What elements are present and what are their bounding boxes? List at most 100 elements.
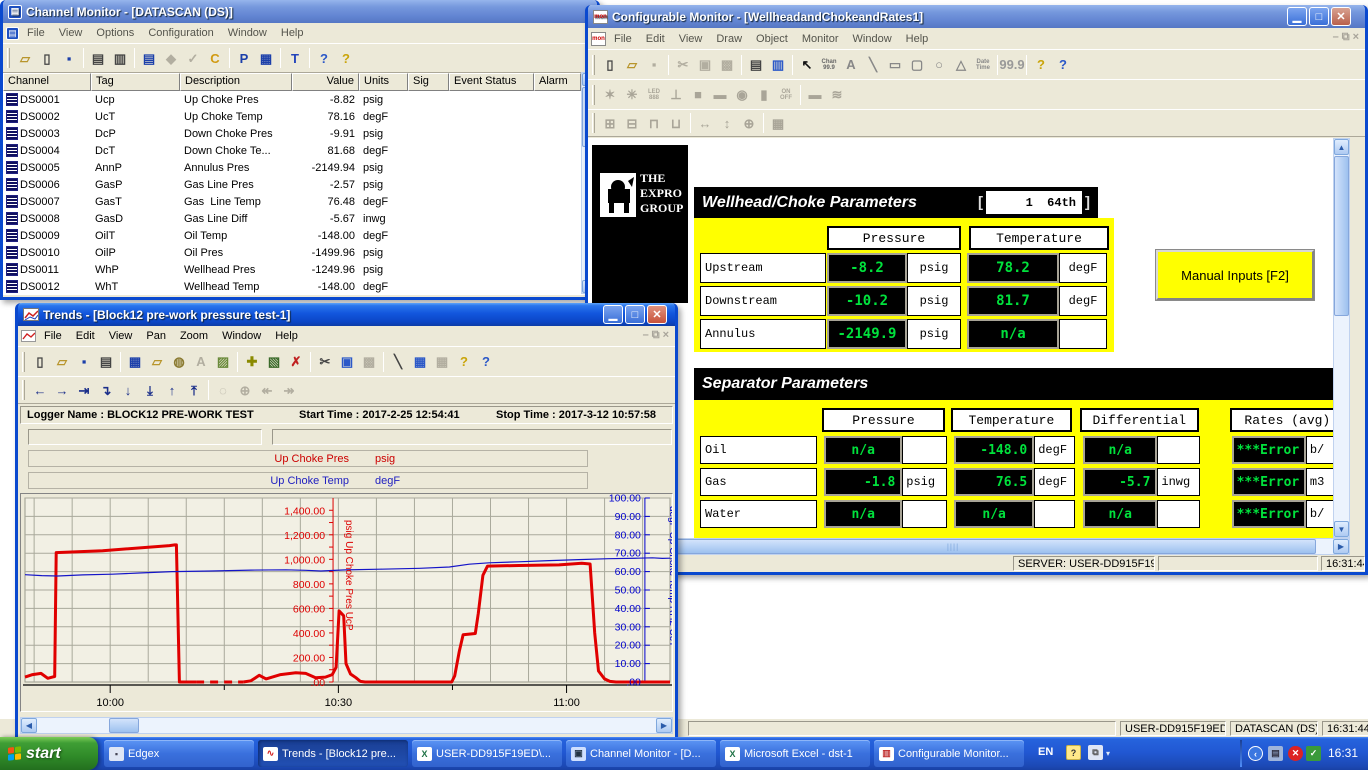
table-row[interactable]: DS0009OilTOil Temp-148.00degF bbox=[3, 227, 597, 244]
taskbar-item-1[interactable]: ▪Edgex bbox=[104, 740, 254, 767]
toolbar-grip[interactable] bbox=[7, 48, 10, 68]
help-icon[interactable]: ? bbox=[453, 351, 475, 373]
start-button[interactable]: start bbox=[0, 737, 98, 770]
close-button[interactable]: ✕ bbox=[647, 305, 667, 324]
menu-configuration[interactable]: Configuration bbox=[141, 25, 220, 41]
cut-icon[interactable]: ✂ bbox=[314, 351, 336, 373]
burst-icon[interactable]: ✳ bbox=[621, 84, 643, 106]
help-tray-icon[interactable]: ? bbox=[1066, 745, 1081, 760]
menu-pan[interactable]: Pan bbox=[139, 328, 173, 344]
cut-icon[interactable]: ✂ bbox=[672, 54, 694, 76]
menu-view[interactable]: View bbox=[52, 25, 90, 41]
column-header-alarm[interactable]: Alarm bbox=[534, 73, 581, 91]
mdi-close-icon[interactable]: × bbox=[1353, 31, 1359, 44]
taskbar-clock[interactable]: 16:31 bbox=[1328, 746, 1358, 760]
pan-down-icon[interactable]: ↓ bbox=[117, 379, 139, 401]
channel-monitor-titlebar[interactable]: ▤ Channel Monitor - [DATASCAN (DS)] bbox=[3, 0, 597, 23]
toolbar-options-icon[interactable]: ⧉ bbox=[1088, 745, 1103, 760]
minimize-button[interactable]: ▁ bbox=[1287, 7, 1307, 26]
history-back-icon[interactable]: ↞ bbox=[256, 379, 278, 401]
taskbar-item-4[interactable]: ▣Channel Monitor - [D... bbox=[566, 740, 716, 767]
new-document-icon[interactable]: ▯ bbox=[36, 47, 58, 69]
trend-horizontal-scrollbar[interactable]: ◀ ▶ bbox=[20, 717, 673, 734]
trend-chart-area[interactable]: 10:0010:3011:001,400.001,200.001,000.008… bbox=[20, 493, 673, 712]
menu-edit[interactable]: Edit bbox=[69, 328, 102, 344]
menu-help[interactable]: Help bbox=[274, 25, 311, 41]
help-icon[interactable]: ? bbox=[335, 47, 357, 69]
open-icon[interactable]: ▱ bbox=[621, 54, 643, 76]
datetime-tool-icon[interactable]: DateTime bbox=[972, 54, 994, 76]
new-chart-icon[interactable]: ▦ bbox=[124, 351, 146, 373]
column-header-value[interactable]: Value bbox=[292, 73, 359, 91]
menu-view[interactable]: View bbox=[102, 328, 140, 344]
save-icon[interactable]: ▪ bbox=[58, 47, 80, 69]
trend-field-left[interactable] bbox=[28, 429, 262, 445]
polygon-tool-icon[interactable]: △ bbox=[950, 54, 972, 76]
pan-right-icon[interactable]: → bbox=[51, 379, 73, 401]
menu-options[interactable]: Options bbox=[89, 25, 141, 41]
mdi-restore-icon[interactable]: ⧉ bbox=[652, 329, 660, 342]
toolbar-grip[interactable] bbox=[592, 85, 595, 105]
pan-top-icon[interactable]: ⤒ bbox=[183, 379, 205, 401]
table-row[interactable]: DS0003DcPDown Choke Pres-9.91psig bbox=[3, 125, 597, 142]
scroll-thumb[interactable]: |||| bbox=[590, 539, 1316, 554]
mdi-minimize-icon[interactable]: – bbox=[1333, 31, 1339, 44]
new-document-icon[interactable]: ▯ bbox=[29, 351, 51, 373]
copy-icon[interactable]: ▣ bbox=[694, 54, 716, 76]
spray-icon[interactable]: ✶ bbox=[599, 84, 621, 106]
slider-icon[interactable]: ▮ bbox=[753, 84, 775, 106]
menu-window[interactable]: Window bbox=[846, 31, 899, 47]
zoom-box-icon[interactable]: ◌ bbox=[212, 379, 234, 401]
dial-icon[interactable]: ◉ bbox=[731, 84, 753, 106]
menu-zoom[interactable]: Zoom bbox=[173, 328, 215, 344]
database-icon[interactable]: ◍ bbox=[168, 351, 190, 373]
menu-window[interactable]: Window bbox=[215, 328, 268, 344]
diamond-icon[interactable]: ◆ bbox=[160, 47, 182, 69]
toolbar-caret-icon[interactable]: ▾ bbox=[1106, 749, 1110, 758]
table-row[interactable]: DS0012WhTWellhead Temp-148.00degF bbox=[3, 278, 597, 295]
menu-help[interactable]: Help bbox=[268, 328, 305, 344]
text-tool-icon[interactable]: A bbox=[840, 54, 862, 76]
mdi-minimize-icon[interactable]: – bbox=[643, 329, 649, 342]
scroll-thumb[interactable] bbox=[109, 718, 139, 733]
line-tool-icon[interactable]: ╲ bbox=[862, 54, 884, 76]
scroll-down-button[interactable]: ▼ bbox=[1334, 521, 1349, 537]
print-icon[interactable]: ▤ bbox=[745, 54, 767, 76]
open-logger-icon[interactable]: ▱ bbox=[146, 351, 168, 373]
grid-snap-icon[interactable]: ▦ bbox=[767, 112, 789, 134]
roundrect-tool-icon[interactable]: ▢ bbox=[906, 54, 928, 76]
taskbar-item-6[interactable]: ▥Configurable Monitor... bbox=[874, 740, 1024, 767]
table-row[interactable]: DS0001UcpUp Choke Pres-8.82psig bbox=[3, 91, 597, 108]
export-icon[interactable]: ▨ bbox=[212, 351, 234, 373]
column-header-units[interactable]: Units bbox=[359, 73, 408, 91]
same-size-icon[interactable]: ⊕ bbox=[738, 112, 760, 134]
open-icon[interactable]: ▱ bbox=[14, 47, 36, 69]
table-row[interactable]: DS0006GasPGas Line Pres-2.57psig bbox=[3, 176, 597, 193]
column-header-sig[interactable]: Sig bbox=[408, 73, 449, 91]
table-row[interactable]: DS0002UcTUp Choke Temp78.16degF bbox=[3, 108, 597, 125]
help-icon[interactable]: ? bbox=[1030, 54, 1052, 76]
annotate-icon[interactable]: A bbox=[190, 351, 212, 373]
toolbar-grip[interactable] bbox=[592, 113, 595, 133]
wizard-icon[interactable]: ╲ bbox=[387, 351, 409, 373]
same-height-icon[interactable]: ↕ bbox=[716, 112, 738, 134]
language-indicator[interactable]: EN bbox=[1038, 746, 1053, 758]
menu-object[interactable]: Object bbox=[749, 31, 795, 47]
pan-down-step-icon[interactable]: ↴ bbox=[95, 379, 117, 401]
table-row[interactable]: DS0007GasTGas Line Temp76.48degF bbox=[3, 193, 597, 210]
context-help-icon[interactable]: ? bbox=[313, 47, 335, 69]
on-off-icon[interactable]: ONOFF bbox=[775, 84, 797, 106]
print-icon[interactable]: ▤ bbox=[87, 47, 109, 69]
table-row[interactable]: DS0008GasDGas Line Diff-5.67inwg bbox=[3, 210, 597, 227]
taskbar-item-2[interactable]: ∿Trends - [Block12 pre... bbox=[258, 740, 408, 767]
table-row[interactable]: DS0011WhPWellhead Pres-1249.96psig bbox=[3, 261, 597, 278]
menu-view[interactable]: View bbox=[672, 31, 710, 47]
save-icon[interactable]: ▪ bbox=[643, 54, 665, 76]
maximize-button[interactable]: □ bbox=[625, 305, 645, 324]
mdi-close-icon[interactable]: × bbox=[663, 329, 669, 342]
paste-icon[interactable]: ▩ bbox=[358, 351, 380, 373]
menu-monitor[interactable]: Monitor bbox=[795, 31, 846, 47]
trend-plot-icon[interactable]: ≋ bbox=[826, 84, 848, 106]
menu-file[interactable]: File bbox=[20, 25, 52, 41]
poll-icon[interactable]: P bbox=[233, 47, 255, 69]
